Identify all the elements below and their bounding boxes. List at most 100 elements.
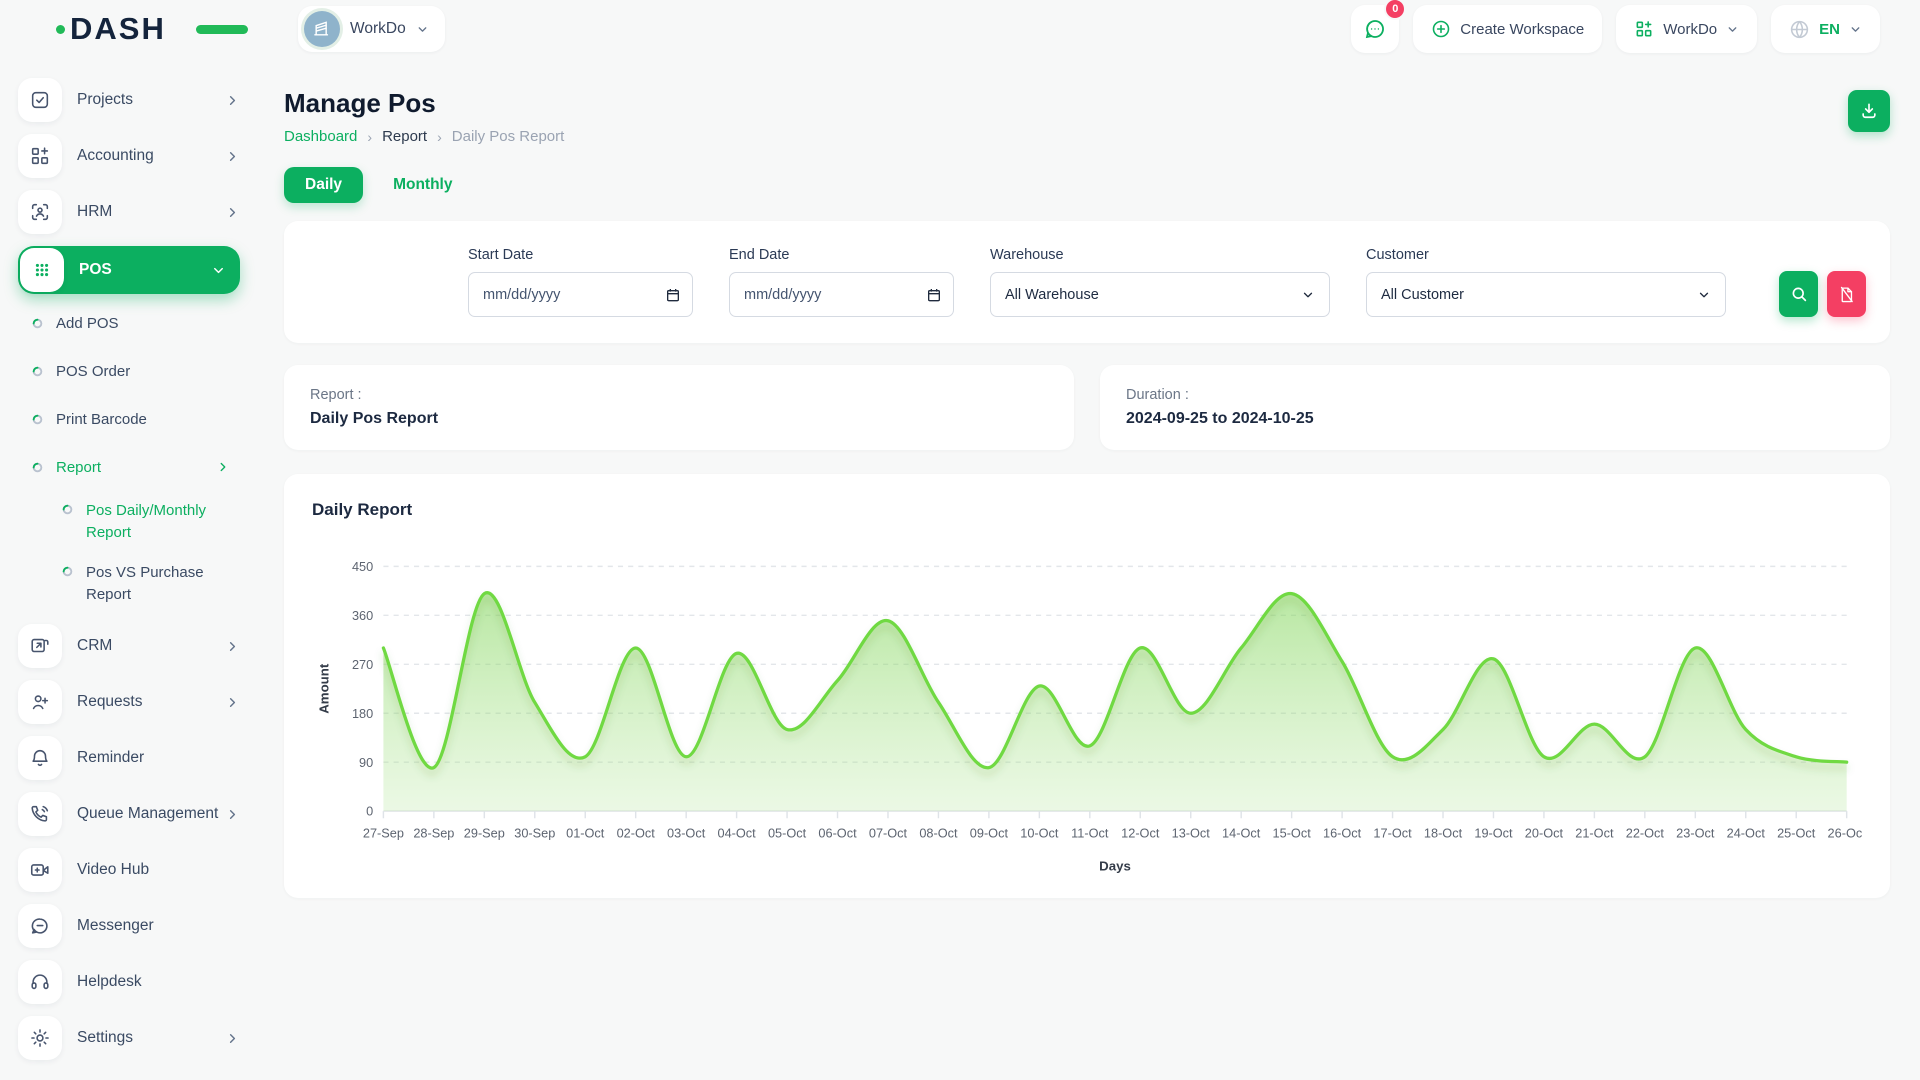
bullet-icon bbox=[32, 414, 43, 425]
bullet-icon bbox=[32, 462, 43, 473]
sidebar-item-pos-vs-purchase-report[interactable]: Pos VS Purchase Report bbox=[62, 562, 240, 606]
bell-icon bbox=[29, 747, 51, 769]
end-date-input[interactable] bbox=[729, 272, 954, 317]
chev-right-icon bbox=[225, 695, 240, 710]
breadcrumb-dashboard[interactable]: Dashboard bbox=[284, 128, 357, 145]
x-tick-label: 27-Sep bbox=[363, 826, 404, 841]
sidebar-item-crm[interactable]: CRM bbox=[18, 624, 240, 668]
report-summary-card: Report : Daily Pos Report bbox=[284, 365, 1074, 450]
sidebar-item-video-hub[interactable]: Video Hub bbox=[18, 848, 240, 892]
scan-user-icon bbox=[29, 201, 51, 223]
chev-right-icon bbox=[225, 149, 240, 164]
sidebar-item-queue-management[interactable]: Queue Management bbox=[18, 792, 240, 836]
chev-right-icon bbox=[225, 205, 240, 220]
building-icon bbox=[304, 11, 340, 47]
warehouse-select[interactable]: All Warehouse bbox=[990, 272, 1330, 317]
sidebar-item-print-barcode[interactable]: Print Barcode bbox=[32, 404, 240, 434]
sidebar: Projects Accounting HRM POS Add POS POS Or… bbox=[0, 58, 258, 1072]
bell-icon-box bbox=[18, 736, 62, 780]
x-tick-label: 22-Oct bbox=[1626, 826, 1665, 841]
account-menu[interactable]: WorkDo bbox=[1616, 5, 1757, 53]
reset-filter-button[interactable] bbox=[1827, 271, 1866, 317]
x-tick-label: 02-Oct bbox=[617, 826, 656, 841]
start-date-label: Start Date bbox=[468, 247, 693, 263]
x-tick-label: 18-Oct bbox=[1424, 826, 1463, 841]
chevron-down-icon bbox=[1726, 23, 1739, 36]
y-tick-label: 0 bbox=[366, 804, 373, 819]
x-tick-label: 05-Oct bbox=[768, 826, 807, 841]
x-tick-label: 24-Oct bbox=[1727, 826, 1766, 841]
check-square-icon-box bbox=[18, 78, 62, 122]
create-workspace-label: Create Workspace bbox=[1460, 21, 1584, 38]
x-tick-label: 15-Oct bbox=[1273, 826, 1312, 841]
gear-icon-box bbox=[18, 1016, 62, 1060]
language-menu[interactable]: EN bbox=[1771, 5, 1880, 53]
phone-call-icon-box bbox=[18, 792, 62, 836]
sidebar-item-projects[interactable]: Projects bbox=[18, 78, 240, 122]
chev-right-icon bbox=[225, 639, 240, 654]
create-workspace-button[interactable]: Create Workspace bbox=[1413, 5, 1602, 53]
chev-right-icon bbox=[225, 1031, 240, 1046]
x-tick-label: 29-Sep bbox=[464, 826, 505, 841]
sidebar-item-settings[interactable]: Settings bbox=[18, 1016, 240, 1060]
customer-label: Customer bbox=[1366, 247, 1726, 263]
tab-monthly[interactable]: Monthly bbox=[389, 167, 456, 203]
grid-plus-icon bbox=[29, 145, 51, 167]
customer-select[interactable]: All Customer bbox=[1366, 272, 1726, 317]
sidebar-item-pos-order[interactable]: POS Order bbox=[32, 356, 240, 386]
x-tick-label: 01-Oct bbox=[566, 826, 605, 841]
y-tick-label: 270 bbox=[352, 657, 373, 672]
check-square-icon bbox=[29, 89, 51, 111]
sidebar-item-report[interactable]: Report bbox=[32, 452, 240, 482]
report-value: Daily Pos Report bbox=[310, 410, 1048, 428]
download-button[interactable] bbox=[1848, 90, 1890, 132]
breadcrumb-report[interactable]: Report bbox=[382, 128, 427, 145]
sidebar-item-hrm[interactable]: HRM bbox=[18, 190, 240, 234]
end-date-label: End Date bbox=[729, 247, 954, 263]
account-name: WorkDo bbox=[1663, 21, 1717, 38]
filter-panel: Start Date End Date Warehous bbox=[284, 221, 1890, 343]
bullet-icon bbox=[62, 566, 73, 577]
x-tick-label: 25-Oct bbox=[1777, 826, 1816, 841]
globe-icon bbox=[1789, 19, 1810, 40]
x-tick-label: 10-Oct bbox=[1020, 826, 1059, 841]
tab-daily[interactable]: Daily bbox=[284, 167, 363, 203]
user-plus-icon-box bbox=[18, 680, 62, 724]
x-tick-label: 20-Oct bbox=[1525, 826, 1564, 841]
sidebar-item-requests[interactable]: Requests bbox=[18, 680, 240, 724]
sidebar-item-reminder[interactable]: Reminder bbox=[18, 736, 240, 780]
chev-right-icon bbox=[216, 460, 230, 474]
sidebar-item-accounting[interactable]: Accounting bbox=[18, 134, 240, 178]
workspace-name: WorkDo bbox=[350, 20, 406, 38]
x-tick-label: 12-Oct bbox=[1121, 826, 1160, 841]
area-fill bbox=[383, 593, 1846, 811]
daily-report-chart-card: Daily Report 09018027036045027-Sep28-Sep… bbox=[284, 474, 1890, 898]
top-header: DASH WorkDo 0 Create Workspace WorkDo EN bbox=[0, 0, 1920, 58]
messages-button[interactable]: 0 bbox=[1351, 5, 1399, 53]
sidebar-item-pos[interactable]: POS bbox=[18, 246, 240, 294]
report-mode-tabs: Daily Monthly bbox=[284, 167, 1890, 203]
warehouse-label: Warehouse bbox=[990, 247, 1330, 263]
logo-dot bbox=[56, 25, 65, 34]
grid-dots-icon-box bbox=[20, 248, 64, 292]
grid-plus-icon-box bbox=[18, 134, 62, 178]
clear-file-icon bbox=[1838, 286, 1855, 303]
start-date-field-group: Start Date bbox=[468, 247, 693, 317]
customer-field-group: Customer All Customer bbox=[1366, 247, 1726, 317]
chevron-down-icon bbox=[1849, 23, 1862, 36]
sidebar-item-messenger[interactable]: Messenger bbox=[18, 904, 240, 948]
apply-filter-button[interactable] bbox=[1779, 271, 1818, 317]
sidebar-item-helpdesk[interactable]: Helpdesk bbox=[18, 960, 240, 1004]
workspace-switcher[interactable]: WorkDo bbox=[298, 6, 445, 52]
x-tick-label: 21-Oct bbox=[1575, 826, 1614, 841]
y-tick-label: 90 bbox=[359, 755, 373, 770]
breadcrumb-daily-pos-report: Daily Pos Report bbox=[452, 128, 565, 145]
grid-plus-icon bbox=[1634, 19, 1654, 39]
message-icon-box bbox=[18, 904, 62, 948]
plus-circle-icon bbox=[1431, 19, 1451, 39]
start-date-input[interactable] bbox=[468, 272, 693, 317]
grid-dots-icon bbox=[31, 259, 53, 281]
x-tick-label: 17-Oct bbox=[1373, 826, 1412, 841]
sidebar-item-pos-daily-monthly-report[interactable]: Pos Daily/Monthly Report bbox=[62, 500, 240, 544]
sidebar-item-add-pos[interactable]: Add POS bbox=[32, 308, 240, 338]
